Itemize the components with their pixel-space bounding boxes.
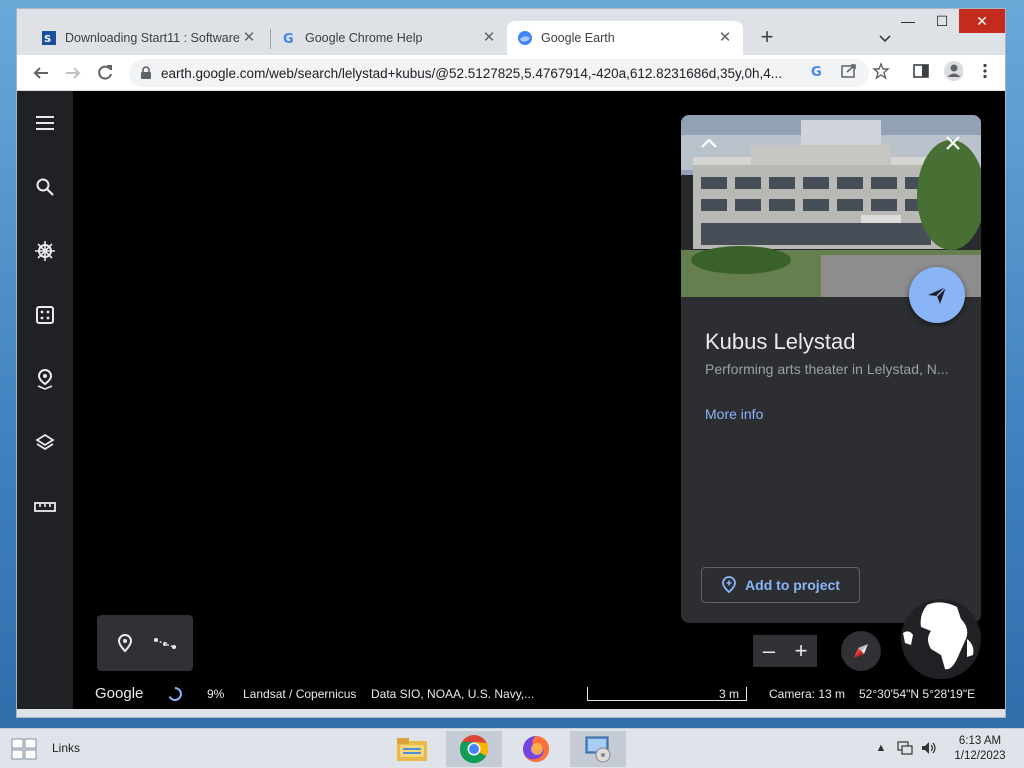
profile-avatar-icon[interactable]	[943, 61, 963, 81]
voyager-helm-icon[interactable]	[31, 237, 59, 265]
minimize-button[interactable]: —	[891, 9, 925, 33]
loading-percent: 9%	[207, 687, 225, 701]
place-title: Kubus Lelystad	[705, 329, 856, 354]
tray-chevron-up-icon[interactable]: ▲	[872, 739, 890, 757]
close-window-button[interactable]: ✕	[959, 9, 1005, 33]
google-logo: Google	[95, 685, 144, 702]
measure-ruler-icon[interactable]	[31, 493, 59, 521]
tab-chrome-help[interactable]: G Google Chrome Help ✕	[271, 21, 507, 55]
browser-toolbar: earth.google.com/web/search/lelystad+kub…	[17, 55, 1005, 91]
zoom-out-button[interactable]: –	[753, 635, 785, 667]
close-icon[interactable]	[941, 131, 965, 155]
file-explorer-icon[interactable]	[384, 731, 440, 767]
loading-spinner-icon	[167, 686, 183, 702]
projects-pin-icon[interactable]	[31, 365, 59, 393]
network-icon[interactable]	[896, 739, 914, 757]
svg-text:S: S	[44, 34, 51, 45]
share-icon[interactable]	[839, 61, 859, 81]
address-bar[interactable]: earth.google.com/web/search/lelystad+kub…	[129, 59, 869, 87]
coordinates[interactable]: 52°30'54"N 5°28'19"E	[859, 687, 975, 701]
paper-plane-icon	[928, 286, 947, 304]
left-nav-rail	[17, 91, 73, 709]
search-icon[interactable]	[31, 173, 59, 201]
fly-to-button[interactable]	[909, 267, 965, 323]
windows-start-icon[interactable]	[10, 737, 38, 761]
tab-start11[interactable]: S Downloading Start11 : Software ✕	[31, 21, 267, 55]
google-g-icon: G	[281, 30, 297, 46]
add-to-project-button[interactable]: Add to project	[701, 567, 860, 603]
clock-time: 6:13 AM	[958, 735, 1002, 747]
start11-icon: S	[41, 30, 57, 46]
add-to-project-label: Add to project	[745, 577, 840, 593]
tab-close-icon[interactable]: ✕	[481, 30, 497, 46]
tab-close-icon[interactable]: ✕	[241, 30, 257, 46]
attribution-data[interactable]: Data SIO, NOAA, U.S. Navy,...	[371, 687, 534, 701]
tab-google-earth[interactable]: Google Earth ✕	[507, 21, 743, 55]
links-toolbar[interactable]: Links	[52, 741, 80, 755]
new-tab-button[interactable]: +	[755, 26, 779, 50]
camera-altitude: Camera: 13 m	[769, 687, 846, 701]
taskbar: Links ▲ 6:13 AM 1/12/2023	[0, 728, 1024, 768]
place-subtitle: Performing arts theater in Lelystad, N..…	[705, 361, 949, 377]
place-info-card: Kubus Lelystad Performing arts theater i…	[681, 115, 981, 623]
side-panel-icon[interactable]	[911, 61, 931, 81]
forward-arrow-icon[interactable]	[61, 61, 85, 85]
map-style-layers-icon[interactable]	[31, 429, 59, 457]
google-lens-icon[interactable]: G	[807, 61, 827, 81]
browser-window: S Downloading Start11 : Software ✕ G Goo…	[16, 8, 1006, 718]
media-player-icon[interactable]	[570, 731, 626, 767]
system-clock[interactable]: 6:13 AM 1/12/2023	[948, 734, 1012, 764]
clock-date: 1/12/2023	[954, 750, 1006, 762]
tab-title: Google Chrome Help	[305, 31, 423, 45]
tab-title: Google Earth	[541, 31, 615, 45]
drawing-tools	[97, 615, 193, 671]
tab-close-icon[interactable]: ✕	[717, 30, 733, 46]
more-info-link[interactable]: More info	[705, 406, 763, 422]
compass-icon[interactable]	[841, 631, 881, 671]
volume-icon[interactable]	[920, 739, 938, 757]
add-location-icon	[722, 576, 736, 594]
svg-text:G: G	[811, 65, 822, 79]
feeling-lucky-dice-icon[interactable]	[31, 301, 59, 329]
maximize-button[interactable]: ☐	[925, 9, 959, 33]
draw-line-icon[interactable]	[153, 631, 177, 655]
attribution-imagery[interactable]: Landsat / Copernicus	[243, 687, 356, 701]
url-text: earth.google.com/web/search/lelystad+kub…	[161, 65, 783, 81]
lock-icon	[139, 66, 153, 80]
menu-icon[interactable]	[31, 109, 59, 137]
add-placemark-icon[interactable]	[113, 631, 137, 655]
globe-overview-icon[interactable]	[901, 599, 981, 679]
more-menu-icon[interactable]	[975, 61, 995, 81]
status-bar: Google 9% Landsat / Copernicus Data SIO,…	[17, 681, 1005, 709]
window-controls: — ☐ ✕	[891, 9, 1005, 35]
zoom-in-button[interactable]: +	[785, 635, 817, 667]
back-arrow-icon[interactable]	[29, 61, 53, 85]
scale-label: 3 m	[719, 687, 740, 701]
chevron-up-icon[interactable]	[697, 131, 721, 155]
chrome-icon[interactable]	[446, 731, 502, 767]
google-earth-page: Kubus Lelystad Performing arts theater i…	[17, 91, 1005, 709]
svg-text:G: G	[283, 32, 294, 46]
google-earth-icon	[517, 30, 533, 46]
firefox-icon[interactable]	[508, 731, 564, 767]
bookmark-star-icon[interactable]	[871, 61, 891, 81]
reload-icon[interactable]	[93, 61, 117, 85]
tab-strip: S Downloading Start11 : Software ✕ G Goo…	[17, 9, 1005, 55]
tab-title: Downloading Start11 : Software	[65, 31, 240, 45]
